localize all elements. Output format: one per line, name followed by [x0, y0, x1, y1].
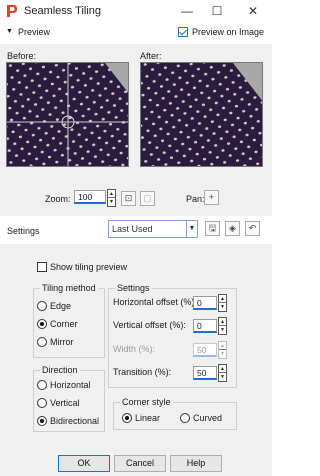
close-button[interactable]: ✕ — [236, 2, 270, 20]
pan-icon[interactable]: + — [204, 190, 219, 205]
zoom-label: Zoom: — [45, 194, 71, 204]
tiling-settings-title: Settings — [115, 283, 152, 293]
chevron-down-icon[interactable]: ▼ — [186, 221, 197, 237]
after-preview-image — [140, 62, 263, 167]
tiling-method-title: Tiling method — [40, 283, 98, 293]
method-corner-radio[interactable] — [37, 319, 47, 329]
direction-vertical-label: Vertical — [50, 398, 80, 408]
preview-on-image-checkbox[interactable] — [178, 27, 188, 37]
corner-linear-label: Linear — [135, 413, 161, 423]
preview-on-image-label: Preview on Image — [192, 27, 265, 37]
horizontal-offset-input[interactable]: 0 — [193, 296, 217, 310]
pan-label: Pan: — [186, 194, 205, 204]
preview-label: Preview — [18, 27, 51, 37]
zoom-to-fit-icon[interactable]: ⊡ — [121, 191, 136, 206]
corner-curved-label: Curved — [193, 413, 223, 423]
settings-label: Settings — [7, 226, 40, 236]
direction-bidirectional-radio[interactable] — [37, 416, 47, 426]
width-input[interactable]: 50 — [193, 343, 217, 357]
transition-input[interactable]: 50 — [193, 366, 217, 380]
width-up-icon[interactable]: ▲ — [219, 342, 226, 350]
method-corner-label: Corner — [50, 319, 78, 329]
collapse-preview-icon[interactable]: ▼ — [6, 28, 13, 35]
method-mirror-radio[interactable] — [37, 337, 47, 347]
after-label: After: — [140, 51, 162, 61]
vertical-offset-label: Vertical offset (%): — [113, 320, 186, 330]
corner-style-title: Corner style — [120, 397, 173, 407]
before-label: Before: — [7, 51, 37, 61]
horizontal-offset-label: Horizontal offset (%): — [113, 297, 197, 307]
before-preview-image[interactable] — [6, 62, 129, 167]
width-down-icon[interactable]: ▼ — [219, 350, 226, 358]
width-label: Width (%): — [113, 344, 156, 354]
zoom-stepper[interactable]: ▲ ▼ — [107, 189, 116, 207]
direction-horizontal-label: Horizontal — [50, 380, 91, 390]
method-edge-label: Edge — [50, 301, 72, 311]
show-tiling-preview-checkbox[interactable] — [37, 262, 47, 272]
horizontal-offset-stepper[interactable]: ▲ ▼ — [218, 294, 227, 312]
corner-curved-radio[interactable] — [180, 413, 190, 423]
paintshop-pro-icon — [7, 5, 17, 17]
vertical-offset-stepper[interactable]: ▲ ▼ — [218, 317, 227, 335]
zoom-up-arrow-icon[interactable]: ▲ — [108, 190, 115, 198]
transition-down-icon[interactable]: ▼ — [219, 373, 226, 381]
direction-horizontal-radio[interactable] — [37, 380, 47, 390]
vertical-offset-input[interactable]: 0 — [193, 319, 217, 333]
transition-stepper[interactable]: ▲ ▼ — [218, 364, 227, 382]
h-offset-up-icon[interactable]: ▲ — [219, 295, 226, 303]
v-offset-up-icon[interactable]: ▲ — [219, 318, 226, 326]
zoom-down-arrow-icon[interactable]: ▼ — [108, 198, 115, 206]
minimize-button[interactable]: — — [170, 2, 204, 20]
save-preset-icon[interactable]: 🖫 — [205, 221, 220, 236]
cancel-button[interactable]: Cancel — [114, 455, 166, 472]
width-stepper[interactable]: ▲ ▼ — [218, 341, 227, 359]
before-image-graphic — [7, 63, 128, 166]
zoom-actual-size-icon[interactable]: ▢ — [140, 191, 155, 206]
window-title: Seamless Tiling — [24, 5, 102, 17]
ok-button[interactable]: OK — [58, 455, 110, 472]
maximize-button[interactable]: ☐ — [200, 2, 234, 20]
preset-options-icon[interactable]: ◈ — [225, 221, 240, 236]
zoom-input[interactable]: 100 — [74, 190, 106, 204]
transition-label: Transition (%): — [113, 367, 172, 377]
reset-preset-icon[interactable]: ↶ — [245, 221, 260, 236]
after-image-graphic — [141, 63, 262, 166]
help-button[interactable]: Help — [170, 455, 222, 472]
title-bar: Seamless Tiling — ☐ ✕ — [0, 0, 272, 22]
direction-bidirectional-label: Bidirectional — [50, 416, 100, 426]
show-tiling-preview-label: Show tiling preview — [50, 262, 128, 272]
preset-dropdown[interactable]: Last Used ▼ — [108, 220, 198, 238]
h-offset-down-icon[interactable]: ▼ — [219, 303, 226, 311]
direction-title: Direction — [40, 365, 80, 375]
method-edge-radio[interactable] — [37, 301, 47, 311]
direction-vertical-radio[interactable] — [37, 398, 47, 408]
method-mirror-label: Mirror — [50, 337, 74, 347]
preset-value: Last Used — [112, 224, 153, 234]
corner-linear-radio[interactable] — [122, 413, 132, 423]
v-offset-down-icon[interactable]: ▼ — [219, 326, 226, 334]
transition-up-icon[interactable]: ▲ — [219, 365, 226, 373]
